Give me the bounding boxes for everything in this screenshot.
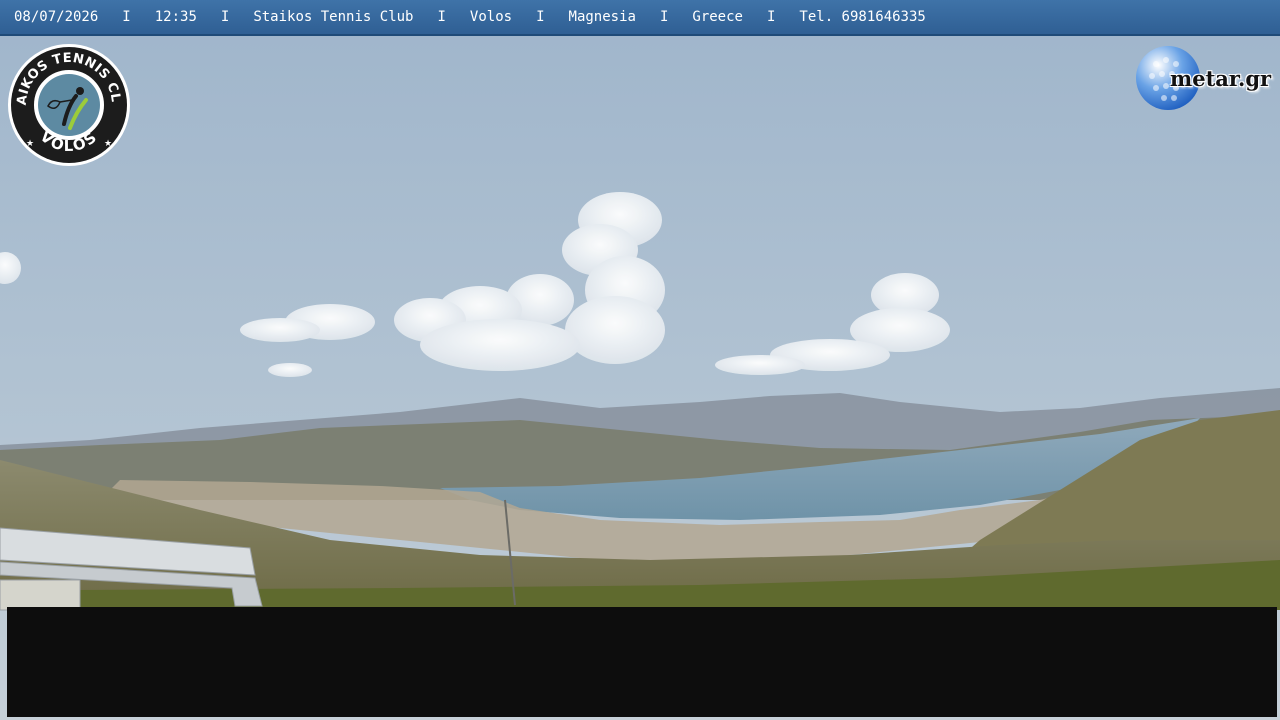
bottom-black-panel	[7, 607, 1277, 717]
country-text: Greece	[692, 9, 743, 25]
separator: I	[766, 9, 776, 25]
city-text: Volos	[469, 9, 513, 25]
separator: I	[122, 9, 131, 25]
separator: I	[659, 9, 669, 25]
date-text: 08/07/2026	[14, 9, 99, 25]
club-logo: STAIKOS TENNIS CLUB VOLOS ★ ★	[6, 42, 130, 166]
metar-wordmark: metar.gr	[1170, 66, 1272, 91]
svg-text:★: ★	[104, 139, 112, 149]
info-bar: 08/07/2026 I 12:35 I Staikos Tennis Club…	[0, 0, 1280, 36]
region-text: Magnesia	[568, 9, 636, 25]
metar-logo: metar.gr	[1132, 42, 1276, 116]
club-name-text: Staikos Tennis Club	[253, 9, 414, 25]
svg-text:★: ★	[26, 139, 34, 149]
separator: I	[220, 9, 230, 25]
separator: I	[437, 9, 446, 25]
time-text: 12:35	[154, 9, 197, 25]
phone-text: Tel. 6981646335	[799, 9, 926, 25]
separator: I	[536, 9, 545, 25]
